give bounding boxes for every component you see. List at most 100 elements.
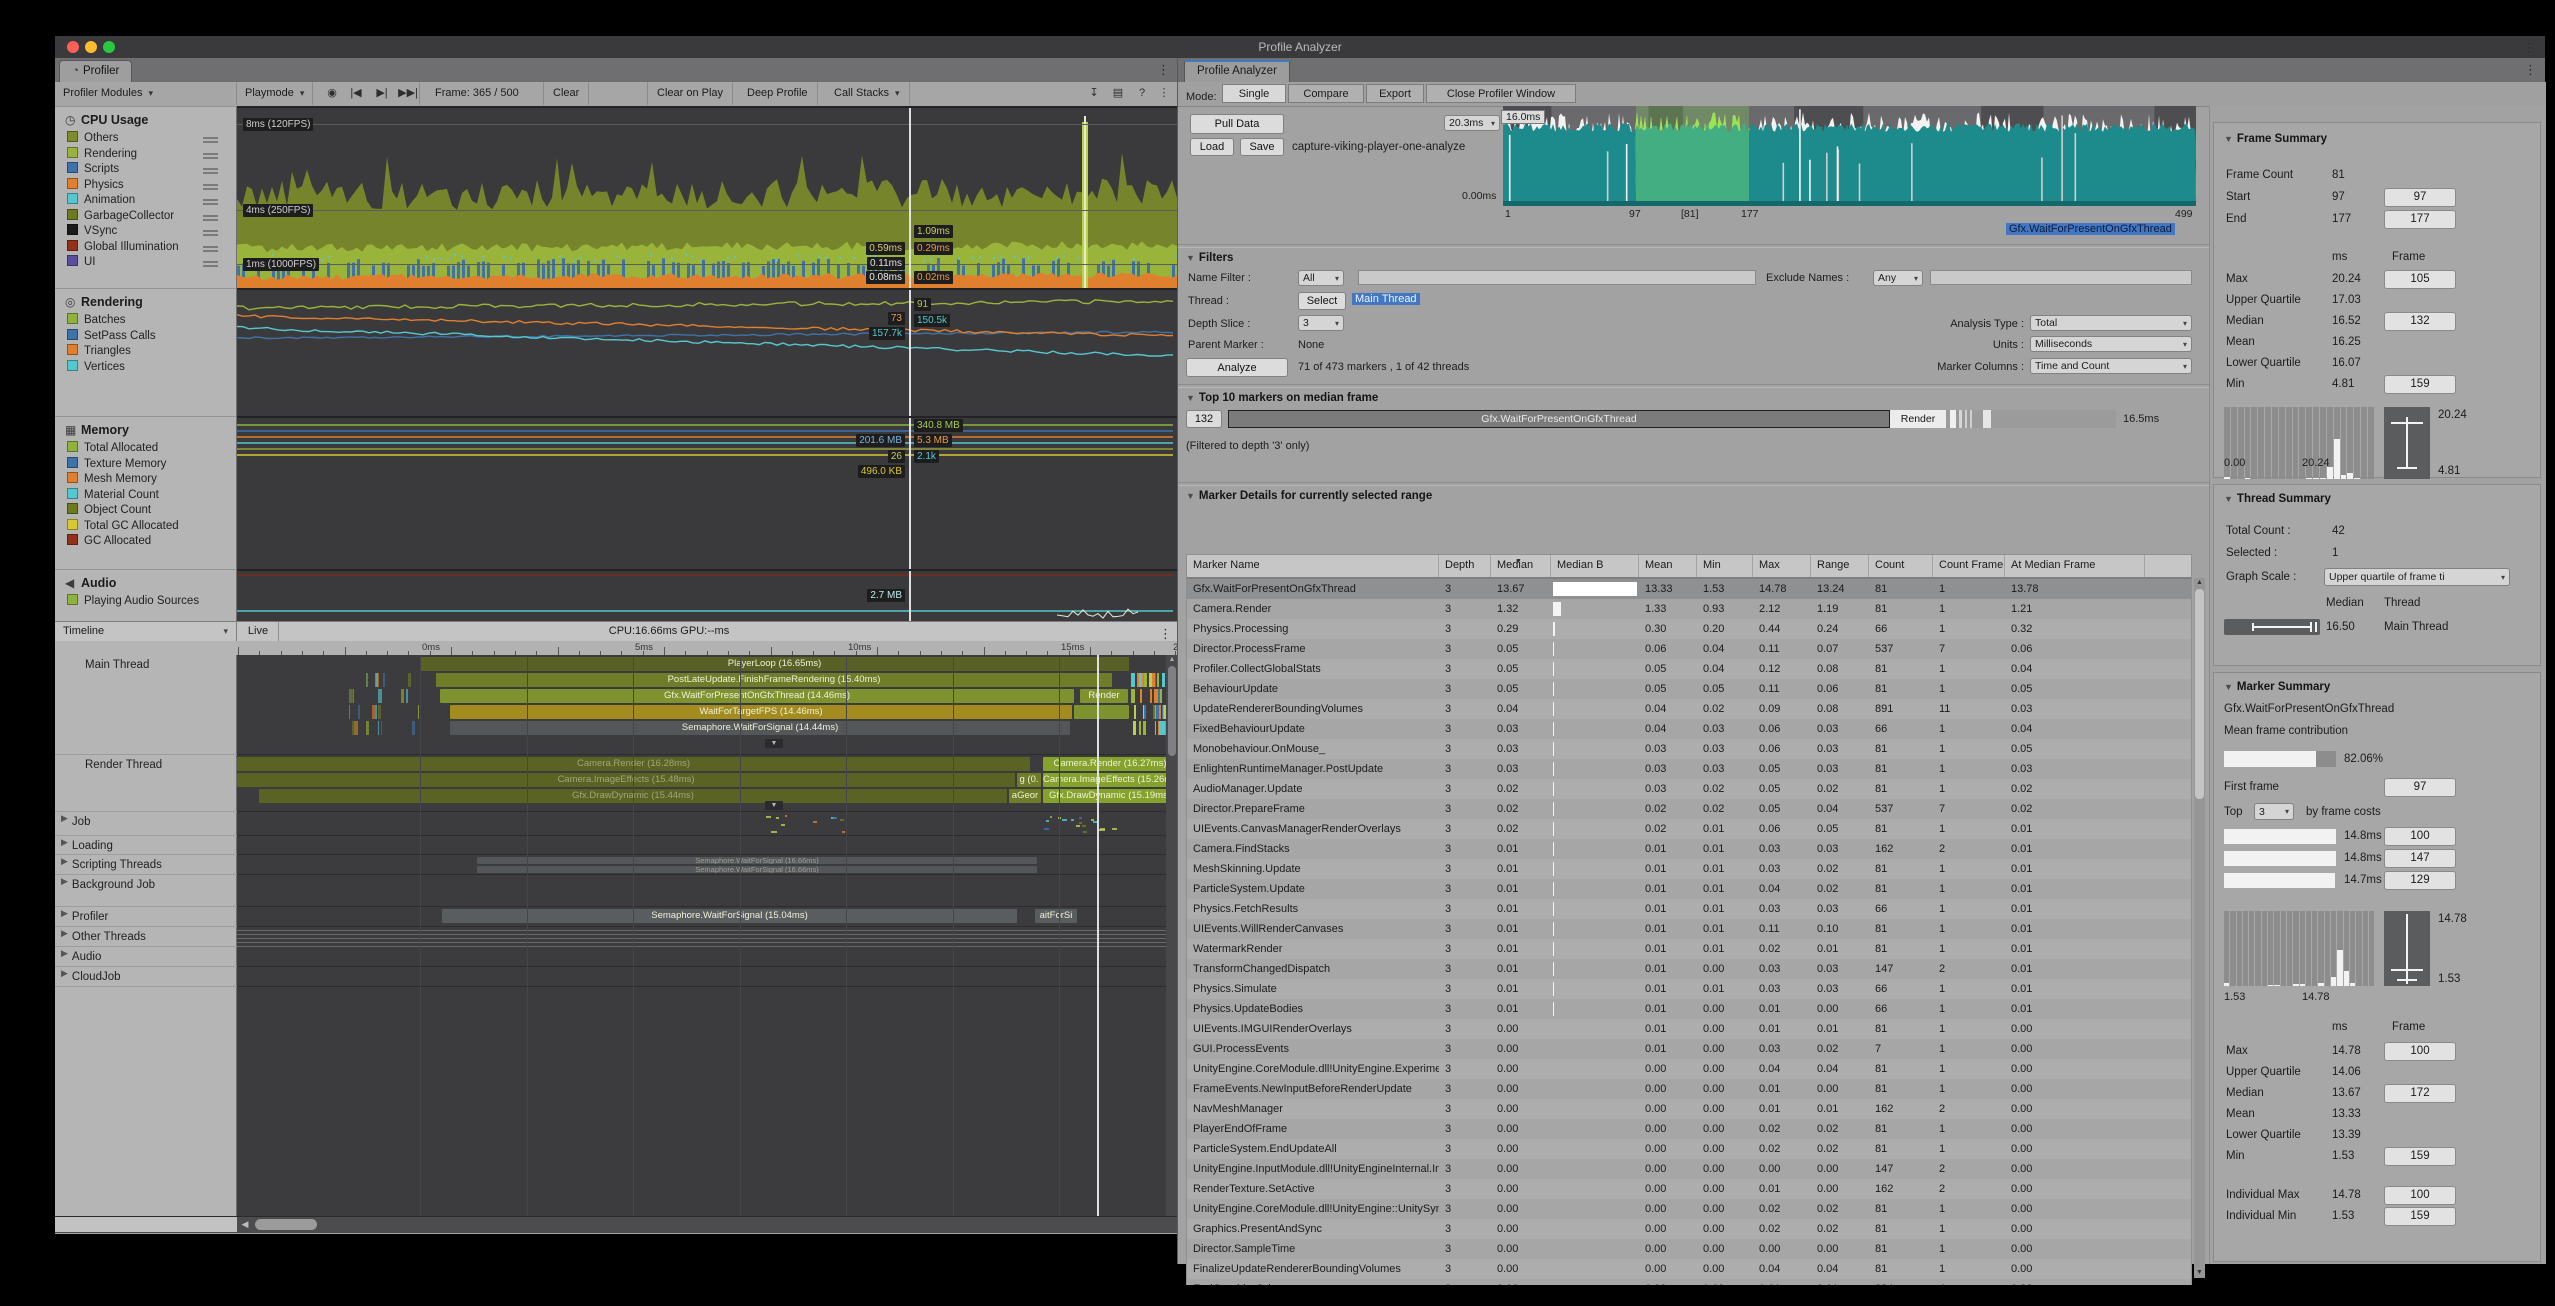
table-row[interactable]: Physics.Processing30.290.300.200.440.246… [1187,619,2191,639]
timeline-span[interactable]: Camera.ImageEffects (15.48ms) [237,773,1015,787]
drag-handle-icon[interactable] [203,199,218,207]
thread-label-main-thread[interactable]: Main Thread [55,655,237,755]
column-header-cf[interactable]: Count Frame [1933,555,2005,577]
playhead-line[interactable] [909,108,911,290]
load-profile-icon[interactable]: ↧ [1083,82,1105,105]
top10-frame-button[interactable]: 132 [1186,410,1222,428]
drag-handle-icon[interactable] [203,137,218,145]
drag-handle-icon[interactable] [203,184,218,192]
timeline-view-dropdown[interactable]: Timeline▾ [55,622,237,641]
mode-button-compare[interactable]: Compare [1288,84,1364,103]
timeline-span[interactable]: aitForSi [1035,909,1077,923]
marker-columns-dropdown[interactable]: Time and Count [2030,358,2192,374]
column-header-md[interactable]: Median▼ [1491,555,1551,577]
last-frame-button[interactable]: ▶▶| [397,82,420,105]
frames-chart[interactable] [1503,106,2196,201]
fs-stat-frame-button[interactable]: 132 [2384,312,2456,331]
disclosure-icon[interactable]: ▶ [61,813,68,823]
scroll-thumb[interactable] [1168,666,1176,756]
table-row[interactable]: GUI.ProcessEvents30.000.010.000.030.0271… [1187,1039,2191,1059]
table-row[interactable]: BehaviourUpdate30.050.050.050.110.068110… [1187,679,2191,699]
profiler-modules-dropdown[interactable]: Profiler Modules [55,82,237,105]
table-row[interactable]: FrameEvents.NewInputBeforeRenderUpdate30… [1187,1079,2191,1099]
thread-track-render-thread[interactable]: Camera.Render (16.28ms)Camera.Render (16… [237,755,1177,812]
table-vscrollbar[interactable]: ▲ ▼ [2194,578,2205,1278]
collapse-arrow-icon[interactable]: ▼ [765,801,783,810]
table-row[interactable]: TransformChangedDispatch30.010.010.000.0… [1187,959,2191,979]
thread-select-button[interactable]: Select [1298,292,1346,310]
table-row[interactable]: MeshSkinning.Update30.010.010.010.030.02… [1187,859,2191,879]
ms-top-dropdown[interactable]: 3 [2254,803,2294,820]
fs-stat-frame-button[interactable]: 105 [2384,270,2456,289]
legend-item-texture-memory[interactable]: Texture Memory [55,457,236,473]
timeline-span[interactable]: g (0. [1017,773,1041,787]
chart-rendering[interactable]: 73157.7k91150.5k [237,288,1177,418]
frame-summary-header[interactable]: ▼Frame Summary [2224,133,2327,145]
legend-item-total-gc-allocated[interactable]: Total GC Allocated [55,519,236,535]
titlebar-kebab-icon[interactable]: ⋮ [2522,40,2535,56]
table-row[interactable]: Physics.Simulate30.010.010.010.030.03661… [1187,979,2191,999]
table-row[interactable]: Camera.FindStacks30.010.010.010.030.0316… [1187,839,2191,859]
marker-table-header[interactable]: Marker NameDepthMedian▼Median BMeanMinMa… [1186,554,2192,579]
scroll-up-icon[interactable]: ▲ [2194,578,2205,588]
table-row[interactable]: EnlightenRuntimeManager.PostUpdate30.030… [1187,759,2191,779]
thread-label-cloudjob[interactable]: ▶CloudJob [55,967,237,987]
ms-stat-frame-button[interactable]: 159 [2384,1147,2456,1166]
top10-segment-gfx[interactable]: Gfx.WaitForPresentOnGfxThread [1228,410,1890,428]
column-header-me[interactable]: Mean [1639,555,1697,577]
drag-handle-icon[interactable] [203,230,218,238]
hscroll-thumb[interactable] [255,1219,317,1230]
table-row[interactable]: Physics.FetchResults30.010.010.010.030.0… [1187,899,2191,919]
table-row[interactable]: AudioManager.Update30.020.030.020.050.02… [1187,779,2191,799]
thread-label-scripting-threads[interactable]: ▶Scripting Threads [55,855,237,875]
table-row[interactable]: Camera.Render31.321.330.932.121.198111.2… [1187,599,2191,619]
depth-slice-dropdown[interactable]: 3 [1298,315,1344,331]
column-header-rg[interactable]: Range [1811,555,1869,577]
analysis-type-dropdown[interactable]: Total [2030,315,2192,331]
ms-top-frame-button[interactable]: 129 [2384,871,2456,890]
legend-item-gc-allocated[interactable]: GC Allocated [55,534,236,550]
drag-handle-icon[interactable] [203,168,218,176]
marker-table-body[interactable]: Gfx.WaitForPresentOnGfxThread313.6713.33… [1186,579,2192,1285]
top10-header[interactable]: ▼Top 10 markers on median frame [1186,392,1378,404]
graph-scale-dropdown[interactable]: Upper quartile of frame ti [2324,568,2510,586]
timeline-span[interactable]: PostLateUpdate.FinishFrameRendering (15.… [436,673,1112,687]
module-header[interactable]: ◎Rendering [55,289,236,313]
timeline-span[interactable]: Gfx.WaitForPresentOnGfxThread (14.46ms) [440,689,1074,703]
table-row[interactable]: Gfx.WaitForPresentOnGfxThread313.6713.33… [1187,579,2191,599]
table-row[interactable]: ParticleSystem.EndUpdateAll30.000.000.00… [1187,1139,2191,1159]
legend-item-physics[interactable]: Physics [55,178,236,194]
thread-label-job[interactable]: ▶Job [55,812,237,836]
timeline-hscrollbar[interactable]: ◀ [55,1216,1177,1233]
legend-item-global-illumination[interactable]: Global Illumination [55,240,236,256]
legend-item-animation[interactable]: Animation [55,193,236,209]
save-profile-icon[interactable]: ▤ [1107,82,1129,105]
table-row[interactable]: EndGraphicsJobs30.000.000.000.010.013244… [1187,1279,2191,1285]
chart-memory[interactable]: 201.6 MB26496.0 KB340.8 MB5.3 MB2.1k [237,416,1177,571]
marker-summary-header[interactable]: ▼Marker Summary [2224,681,2330,693]
module-header[interactable]: ◀Audio [55,570,236,594]
playmode-dropdown[interactable]: Playmode [237,82,313,105]
save-button[interactable]: Save [1240,138,1284,156]
ms-individual-frame-button[interactable]: 100 [2384,1186,2456,1205]
ms-first-frame-button[interactable]: 97 [2384,778,2456,797]
profiler-tab-kebab-icon[interactable]: ⋮ [1157,62,1170,78]
timeline-span[interactable]: Render [1080,689,1128,703]
ms-stat-frame-button[interactable]: 100 [2384,1042,2456,1061]
playhead-line[interactable] [909,571,911,623]
ms-stat-frame-button[interactable]: 172 [2384,1084,2456,1103]
marker-details-header[interactable]: ▼Marker Details for currently selected r… [1186,490,1432,502]
thread-track-scripting-threads[interactable]: Semaphore.WaitForSignal (16.66ms)Semapho… [237,855,1177,875]
legend-item-material-count[interactable]: Material Count [55,488,236,504]
thread-summary-header[interactable]: ▼Thread Summary [2224,493,2331,505]
top10-bar[interactable]: Gfx.WaitForPresentOnGfxThread Render [1228,410,2116,428]
table-row[interactable]: UnityEngine.CoreModule.dll!UnityEngine::… [1187,1199,2191,1219]
table-row[interactable]: UIEvents.IMGUIRenderOverlays30.000.010.0… [1187,1019,2191,1039]
units-dropdown[interactable]: Milliseconds [2030,336,2192,352]
timeline-canvas[interactable]: PlayerLoop (16.65ms)PostLateUpdate.Finis… [237,655,1177,1216]
timeline-ruler[interactable]: 0ms5ms10ms15ms2 [237,641,1177,656]
legend-item-scripts[interactable]: Scripts [55,162,236,178]
thread-label-other-threads[interactable]: ▶Other Threads [55,927,237,947]
thread-label-profiler[interactable]: ▶Profiler [55,907,237,927]
module-header[interactable]: ▦Memory [55,417,236,441]
